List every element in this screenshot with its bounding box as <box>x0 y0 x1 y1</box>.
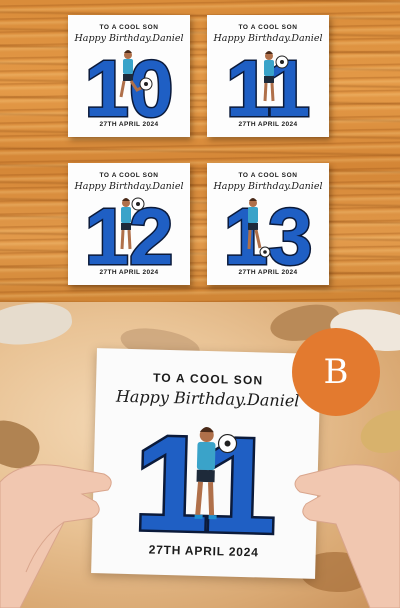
card-date: 27TH APRIL 2024 <box>99 121 159 128</box>
age-number: 13 <box>224 194 313 270</box>
soccer-ball-icon <box>139 77 153 91</box>
soccer-ball-icon <box>131 197 145 211</box>
number-illustration: 10 <box>83 46 175 122</box>
card-age-13[interactable]: TO A COOL SON Happy Birthday.Daniel 13 2… <box>207 163 329 285</box>
left-hand <box>0 464 112 608</box>
soccer-ball-icon <box>259 246 271 258</box>
card-date: 27TH APRIL 2024 <box>99 269 159 276</box>
photo-hands-holding-card: TO A COOL SON Happy Birthday.Daniel 11 2… <box>0 302 400 608</box>
wood-background-panel: TO A COOL SON Happy Birthday.Daniel 10 2… <box>0 0 400 302</box>
card-age-10[interactable]: TO A COOL SON Happy Birthday.Daniel 10 2… <box>68 15 190 137</box>
card-date: 27TH APRIL 2024 <box>238 269 298 276</box>
number-illustration: 13 <box>222 194 314 270</box>
number-illustration: 12 <box>83 194 175 270</box>
card-greeting: Happy Birthday.Daniel <box>115 386 300 411</box>
card-greeting: Happy Birthday.Daniel <box>74 181 184 192</box>
right-hand <box>294 464 400 608</box>
soccer-ball-icon <box>217 433 238 454</box>
variant-badge: B <box>292 328 380 416</box>
card-greeting: Happy Birthday.Daniel <box>213 181 323 192</box>
dried-leaf-decoration <box>0 302 75 351</box>
card-date: 27TH APRIL 2024 <box>238 121 298 128</box>
card-greeting: Happy Birthday.Daniel <box>74 33 184 44</box>
number-illustration: 11 <box>130 411 282 539</box>
card-greeting: Happy Birthday.Daniel <box>213 33 323 44</box>
number-illustration: 11 <box>224 46 312 122</box>
card-age-12[interactable]: TO A COOL SON Happy Birthday.Daniel 12 2… <box>68 163 190 285</box>
soccer-ball-icon <box>275 55 289 69</box>
card-heading: TO A COOL SON <box>99 24 159 31</box>
card-heading: TO A COOL SON <box>99 172 159 179</box>
card-age-11[interactable]: TO A COOL SON Happy Birthday.Daniel 11 2… <box>207 15 329 137</box>
card-heading: TO A COOL SON <box>152 370 264 388</box>
card-heading: TO A COOL SON <box>238 24 298 31</box>
card-heading: TO A COOL SON <box>238 172 298 179</box>
